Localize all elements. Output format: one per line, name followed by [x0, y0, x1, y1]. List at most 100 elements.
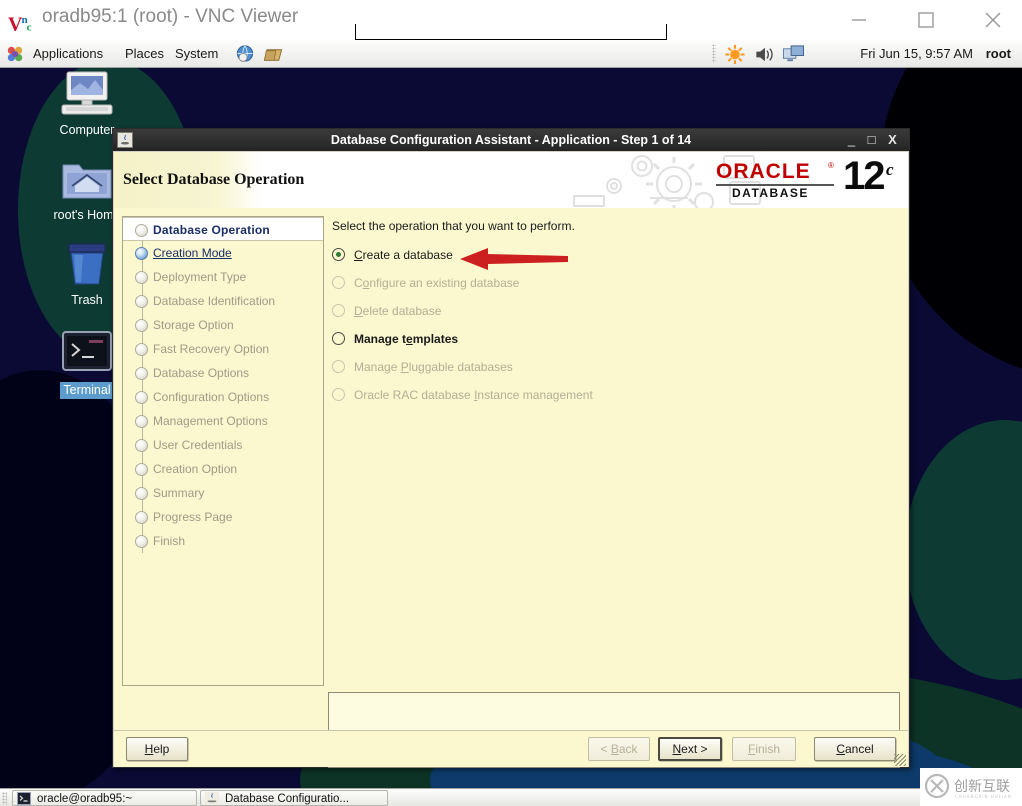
- sidebar-item-storage-option: Storage Option: [123, 313, 323, 337]
- window-minimize-button[interactable]: [836, 0, 882, 40]
- svg-text:创新互联: 创新互联: [954, 779, 1010, 795]
- step-bullet-icon: [135, 319, 148, 332]
- sidebar-item-label: Creation Mode: [153, 246, 232, 260]
- sidebar-item-database-options: Database Options: [123, 361, 323, 385]
- panel-separator: [712, 44, 716, 63]
- radio-indicator-icon: [332, 388, 345, 401]
- radio-label: Oracle RAC database Instance management: [354, 388, 593, 402]
- desktop-icon-label: Terminal: [60, 382, 114, 399]
- dbca-body: Database Operation Creation Mode Deploym…: [114, 208, 908, 768]
- step-bullet-icon: [135, 295, 148, 308]
- sidebar-item-label: Deployment Type: [153, 270, 247, 284]
- step-bullet-icon: [135, 247, 148, 260]
- window-close-button[interactable]: [970, 0, 1016, 40]
- sidebar-item-configuration-options: Configuration Options: [123, 385, 323, 409]
- step-bullet-icon: [135, 391, 148, 404]
- radio-label: Delete database: [354, 304, 442, 318]
- dbca-minimize-button[interactable]: _: [844, 133, 859, 148]
- desktop-icon-label: Computer: [59, 123, 115, 137]
- watermark-logo: 创新互联 CHUANGXIN HULIAN: [920, 768, 1022, 806]
- sidebar-item-creation-option: Creation Option: [123, 457, 323, 481]
- wizard-step-list: Database Operation Creation Mode Deploym…: [122, 216, 324, 686]
- sidebar-item-progress-page: Progress Page: [123, 505, 323, 529]
- step-bullet-icon: [135, 367, 148, 380]
- radio-label: Configure an existing database: [354, 276, 520, 290]
- gnome-top-panel: Applications Places System Fri Jun 15, 9…: [0, 40, 1022, 68]
- radio-indicator-icon: [332, 360, 345, 373]
- java-app-icon: [205, 792, 219, 805]
- sidebar-item-label: Database Operation: [153, 223, 270, 237]
- taskbar-item-terminal[interactable]: oracle@oradb95:~: [12, 790, 197, 806]
- radio-indicator-icon: [332, 332, 345, 345]
- step-bullet-icon: [135, 535, 148, 548]
- radio-label: Manage templates: [354, 332, 459, 346]
- step-bullet-icon: [135, 463, 148, 476]
- web-browser-icon[interactable]: [234, 44, 256, 65]
- file-manager-icon[interactable]: [262, 44, 285, 65]
- menu-applications[interactable]: Applications: [26, 40, 110, 67]
- gnome-foot-icon: [7, 46, 23, 62]
- terminal-icon: [17, 792, 31, 805]
- taskbar-item-label: Database Configuratio...: [225, 793, 350, 805]
- dbca-close-button[interactable]: X: [885, 133, 900, 148]
- sidebar-item-management-options: Management Options: [123, 409, 323, 433]
- step-bullet-icon: [135, 271, 148, 284]
- oracle-product-name: DATABASE: [732, 186, 809, 200]
- operation-options-panel: Select the operation that you want to pe…: [328, 216, 900, 686]
- window-maximize-button[interactable]: [903, 0, 949, 40]
- radio-label: Create a database: [354, 248, 453, 262]
- finish-button: Finish: [732, 737, 796, 761]
- sidebar-item-label: User Credentials: [153, 438, 243, 452]
- user-indicator[interactable]: root: [979, 40, 1018, 67]
- back-button: < Back: [588, 737, 650, 761]
- sidebar-item-deployment-type: Deployment Type: [123, 265, 323, 289]
- sidebar-item-label: Configuration Options: [153, 390, 270, 404]
- oracle-registered-mark: ®: [828, 161, 834, 170]
- step-bullet-icon: [135, 415, 148, 428]
- sidebar-item-label: Database Options: [153, 366, 250, 380]
- sidebar-item-label: Creation Option: [153, 462, 238, 476]
- menu-places[interactable]: Places: [118, 40, 171, 67]
- dbca-maximize-button[interactable]: □: [864, 133, 879, 148]
- sidebar-item-database-operation[interactable]: Database Operation: [123, 217, 323, 241]
- sidebar-item-label: Fast Recovery Option: [153, 342, 270, 356]
- cancel-button[interactable]: Cancel: [814, 737, 896, 761]
- sidebar-item-database-identification: Database Identification: [123, 289, 323, 313]
- help-button[interactable]: Help: [126, 737, 188, 761]
- sidebar-item-label: Summary: [153, 486, 205, 500]
- remote-desktop: Applications Places System Fri Jun 15, 9…: [0, 40, 1022, 788]
- dbca-banner: Select Database Operation ORACLE ® DATAB…: [114, 152, 908, 208]
- sidebar-item-label: Management Options: [153, 414, 268, 428]
- brightness-icon[interactable]: [724, 44, 746, 65]
- sidebar-item-summary: Summary: [123, 481, 323, 505]
- next-button[interactable]: Next >: [658, 737, 722, 761]
- svg-text:CHUANGXIN HULIAN: CHUANGXIN HULIAN: [955, 794, 1012, 799]
- vnc-toolbar-handle[interactable]: [355, 24, 667, 41]
- oracle-edition: c: [886, 160, 894, 179]
- taskbar-item-dbca[interactable]: Database Configuratio...: [200, 790, 388, 806]
- taskbar-item-label: oracle@oradb95:~: [37, 793, 133, 805]
- step-bullet-icon: [135, 224, 148, 237]
- resize-grip[interactable]: [894, 754, 906, 766]
- dbca-title-text: Database Configuration Assistant - Appli…: [330, 133, 692, 147]
- vnc-viewer-window: Vnc oradb95:1 (root) - VNC Viewer Applic…: [0, 0, 1022, 806]
- volume-icon[interactable]: [753, 44, 775, 65]
- panel-grip: [2, 792, 7, 805]
- oracle-version: 12: [843, 154, 885, 198]
- sidebar-item-label: Storage Option: [153, 318, 234, 332]
- step-bullet-icon: [135, 511, 148, 524]
- vnc-logo-c: c: [26, 21, 32, 34]
- sidebar-item-creation-mode[interactable]: Creation Mode: [123, 241, 323, 265]
- display-settings-icon[interactable]: [782, 44, 805, 65]
- sidebar-item-label: Database Identification: [153, 294, 276, 308]
- instruction-text: Select the operation that you want to pe…: [332, 219, 575, 233]
- menu-system[interactable]: System: [168, 40, 225, 67]
- sidebar-item-label: Finish: [153, 534, 186, 548]
- vnc-logo-icon: Vnc: [8, 8, 34, 36]
- dbca-dialog: Database Configuration Assistant - Appli…: [112, 128, 910, 768]
- dbca-titlebar[interactable]: Database Configuration Assistant - Appli…: [113, 129, 909, 151]
- clock[interactable]: Fri Jun 15, 9:57 AM: [853, 40, 980, 67]
- vnc-logo-v: V: [8, 13, 22, 36]
- radio-indicator-icon: [332, 304, 345, 317]
- oracle-wordmark: ORACLE: [716, 160, 811, 183]
